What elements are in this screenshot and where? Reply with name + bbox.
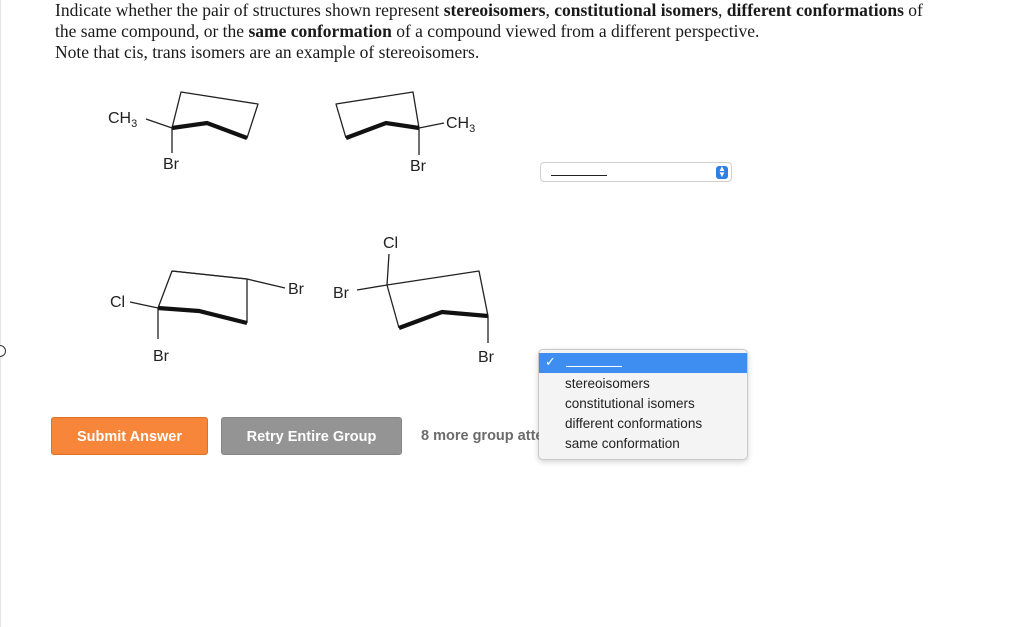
answer-select-2-menu[interactable]: ✓ stereoisomers constitutional isomers d… — [538, 349, 748, 460]
chair-2-right: Cl Br Br — [333, 235, 495, 366]
select-arrows-icon: ▲ ▼ — [716, 165, 728, 179]
substituent-br-axial: Br — [153, 348, 170, 365]
substituent-br-equatorial: Br — [288, 281, 305, 298]
option-blank-selected[interactable]: ✓ — [539, 353, 747, 373]
answer-select-1[interactable]: ▲ ▼ — [540, 162, 732, 182]
substituent-cl: Cl — [383, 235, 398, 252]
structure-diagrams: CH3 Br CH3 Br Cl Br Br Cl Br Br — [108, 91, 495, 366]
checkmark-icon: ✓ — [545, 354, 556, 369]
chair-1-right: CH3 Br — [335, 91, 475, 175]
option-constitutional-isomers[interactable]: constitutional isomers — [565, 394, 695, 414]
selected-value — [566, 366, 622, 367]
substituent-br-left: Br — [333, 285, 350, 302]
substituent-br: Br — [410, 158, 427, 175]
submit-answer-button[interactable]: Submit Answer — [51, 417, 208, 455]
option-same-conformation[interactable]: same conformation — [565, 434, 680, 454]
substituent-br-axial: Br — [478, 349, 495, 366]
substituent-br: Br — [163, 156, 180, 173]
substituent-ch3: CH3 — [108, 110, 137, 130]
substituent-ch3: CH3 — [446, 115, 475, 135]
selected-value — [551, 175, 607, 176]
chair-1-left: CH3 Br — [108, 91, 259, 173]
retry-entire-group-button[interactable]: Retry Entire Group — [221, 417, 402, 455]
attempts-remaining: 8 more group attempts remaining — [421, 428, 539, 444]
option-different-conformations[interactable]: different conformations — [565, 414, 702, 434]
chair-2-left: Cl Br Br — [110, 270, 305, 365]
substituent-cl: Cl — [110, 294, 125, 311]
option-stereoisomers[interactable]: stereoisomers — [565, 374, 650, 394]
